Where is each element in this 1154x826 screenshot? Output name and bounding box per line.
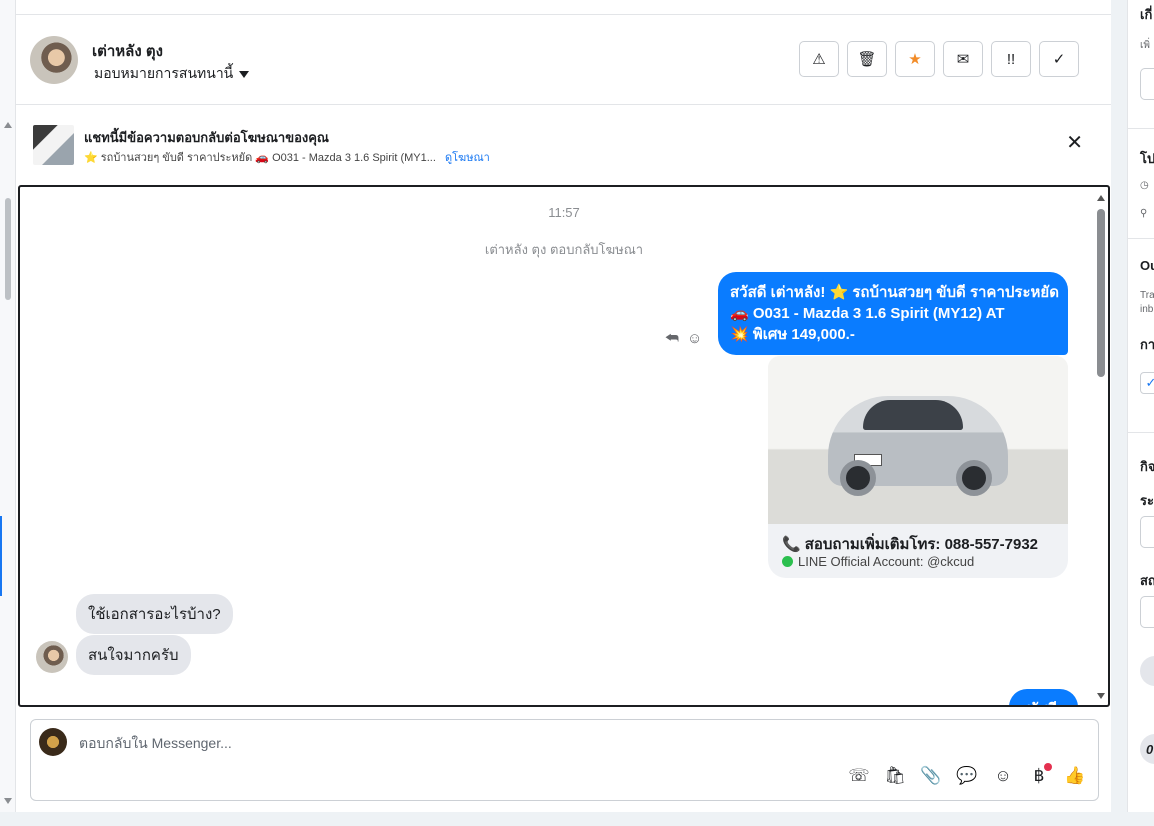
clock-icon: ◷ [1140, 180, 1149, 191]
ad-thumbnail [33, 125, 74, 165]
emoji-icon[interactable]: ☺ [992, 766, 1014, 786]
checkbox[interactable]: ✓ [1140, 372, 1154, 394]
scroll-thumb[interactable] [5, 198, 11, 300]
scroll-thumb[interactable] [1097, 209, 1105, 377]
field-label: สถ [1140, 573, 1154, 588]
car-image [768, 356, 1068, 524]
star-icon: ★ [908, 51, 922, 68]
close-icon[interactable]: ✕ [1066, 133, 1083, 153]
call-add-icon[interactable]: ☏ [848, 766, 870, 786]
thread-scrollbar[interactable] [1096, 191, 1106, 699]
left-scrollbar[interactable] [0, 0, 16, 812]
trash-icon: 🗑 [857, 51, 877, 68]
profile-heading: โป [1140, 151, 1154, 166]
card-phone-text: สอบถามเพิ่มเติมโทร: 088-557-7932 [804, 536, 1039, 553]
details-panel: เกี่ เพิ่ โป ◷ ⚲ Ou Tra inb กา ✓ กิจ ระ … [1127, 0, 1154, 812]
scroll-up-arrow[interactable] [1097, 195, 1105, 201]
incoming-message[interactable]: สนใจมากครับ [76, 635, 191, 675]
baht-payment[interactable]: ฿ [1028, 763, 1052, 786]
message-line: 🚗 O031 - Mazda 3 1.6 Spirit (MY12) AT [730, 305, 1005, 322]
outgoing-message-partial[interactable]: สวัสดีอ [1008, 689, 1078, 705]
saved-reply-icon[interactable]: 💬 [956, 766, 978, 786]
view-ad-link[interactable]: ดูโฆษณา [445, 152, 490, 164]
ad-banner-title: แชทนี้มีข้อความตอบกลับต่อโฆษณาของคุณ [84, 130, 329, 145]
reply-icon[interactable]: ⮪ [665, 330, 679, 347]
contact-avatar-small [36, 641, 68, 673]
field-label: ระ [1140, 493, 1154, 508]
mail-icon: ✉ [956, 51, 970, 68]
active-indicator [0, 516, 2, 596]
select-field[interactable] [1140, 596, 1154, 628]
action-circle[interactable] [1140, 656, 1154, 686]
phone-icon: 📞 [782, 536, 801, 553]
contact-avatar[interactable] [30, 36, 78, 84]
urgent-icon: !! [1006, 50, 1016, 68]
conversation-header: เต่าหลัง ตุง มอบหมายการสนทนานี้ ⚠ 🗑 ★ ✉ … [16, 15, 1111, 105]
warning-icon: ⚠ [812, 51, 826, 68]
attachment-icon[interactable]: 📎 [920, 766, 942, 786]
like-icon[interactable]: 👍 [1064, 766, 1086, 786]
assign-label: มอบหมายการสนทนานี้ [94, 65, 234, 81]
report-button[interactable]: ⚠ [799, 41, 839, 77]
ad-banner-subtitle: ⭐ รถบ้านสวยๆ ขับดี ราคาประหยัด 🚗 O031 - … [84, 148, 490, 166]
scroll-up-arrow[interactable] [4, 122, 12, 128]
outgoing-message[interactable]: สวัสดี เต่าหลัง! ⭐ รถบ้านสวยๆ ขับดี ราคา… [718, 272, 1068, 355]
conversation-panel: เต่าหลัง ตุง มอบหมายการสนทนานี้ ⚠ 🗑 ★ ✉ … [16, 0, 1111, 812]
mark-done-button[interactable]: ✓ [1039, 41, 1079, 77]
mark-unread-button[interactable]: ✉ [943, 41, 983, 77]
details-field[interactable] [1140, 68, 1154, 100]
divider [1128, 128, 1154, 129]
green-dot-icon [782, 556, 793, 567]
card-line-account: LINE Official Account: @ckcud [782, 554, 974, 569]
page-avatar [39, 728, 67, 756]
activity-heading: กิจ [1140, 459, 1154, 474]
message-composer: ☏ 🛍 📎 💬 ☺ ฿ 👍 [30, 719, 1099, 801]
assign-conversation-dropdown[interactable]: มอบหมายการสนทนานี้ [94, 63, 250, 85]
card-line-text: LINE Official Account: @ckcud [798, 554, 975, 569]
incoming-message[interactable]: ใช้เอกสารอะไรบ้าง? [76, 594, 233, 634]
message-line: 💥 พิเศษ 149,000.- [730, 326, 855, 343]
reply-input[interactable] [79, 735, 779, 751]
card-contact-line: 📞 สอบถามเพิ่มเติมโทร: 088-557-7932 [782, 532, 1038, 556]
details-subtext: เพิ่ [1140, 40, 1151, 51]
section-heading: Ou [1140, 258, 1154, 273]
ad-reply-note: เต่าหลัง ตุง ตอบกลับโฆษณา [484, 242, 644, 257]
baht-icon: ฿ [1033, 766, 1045, 785]
header-actions: ⚠ 🗑 ★ ✉ !! ✓ [799, 41, 1079, 77]
check-icon: ✓ [1052, 51, 1066, 68]
follow-up-button[interactable]: !! [991, 41, 1031, 77]
panel-gap [1111, 0, 1127, 812]
field-label: กา [1140, 337, 1154, 352]
star-button[interactable]: ★ [895, 41, 935, 77]
composer-toolbar: ☏ 🛍 📎 💬 ☺ ฿ 👍 [848, 763, 1086, 786]
divider [1128, 432, 1154, 433]
ad-description: ⭐ รถบ้านสวยๆ ขับดี ราคาประหยัด 🚗 O031 - … [84, 152, 436, 164]
divider [1128, 238, 1154, 239]
caret-down-icon [239, 70, 250, 78]
product-card[interactable]: 📞 สอบถามเพิ่มเติมโทร: 088-557-7932 LINE O… [768, 356, 1068, 578]
message-timestamp: 11:57 [548, 205, 580, 220]
select-field[interactable] [1140, 516, 1154, 548]
contact-name[interactable]: เต่าหลัง ตุง [92, 39, 163, 63]
section-text: Tra [1140, 290, 1154, 301]
section-text: inb [1140, 304, 1154, 315]
message-thread[interactable]: 11:57 เต่าหลัง ตุง ตอบกลับโฆษณา ⮪ ☺ สวัส… [18, 185, 1110, 707]
react-icon[interactable]: ☺ [687, 330, 702, 347]
message-line: สวัสดี เต่าหลัง! ⭐ รถบ้านสวยๆ ขับดี ราคา… [730, 284, 1059, 301]
ad-reply-banner: แชทนี้มีข้อความตอบกลับต่อโฆษณาของคุณ ⭐ ร… [16, 105, 1111, 185]
delete-button[interactable]: 🗑 [847, 41, 887, 77]
notification-dot [1044, 763, 1052, 771]
scroll-down-arrow[interactable] [1097, 693, 1105, 699]
location-icon: ⚲ [1140, 208, 1148, 219]
details-heading: เกี่ [1140, 7, 1153, 22]
scroll-down-arrow[interactable] [4, 798, 12, 804]
message-actions: ⮪ ☺ [665, 330, 702, 347]
shopping-bag-icon[interactable]: 🛍 [884, 766, 906, 786]
count-label: 0 [1146, 742, 1154, 757]
